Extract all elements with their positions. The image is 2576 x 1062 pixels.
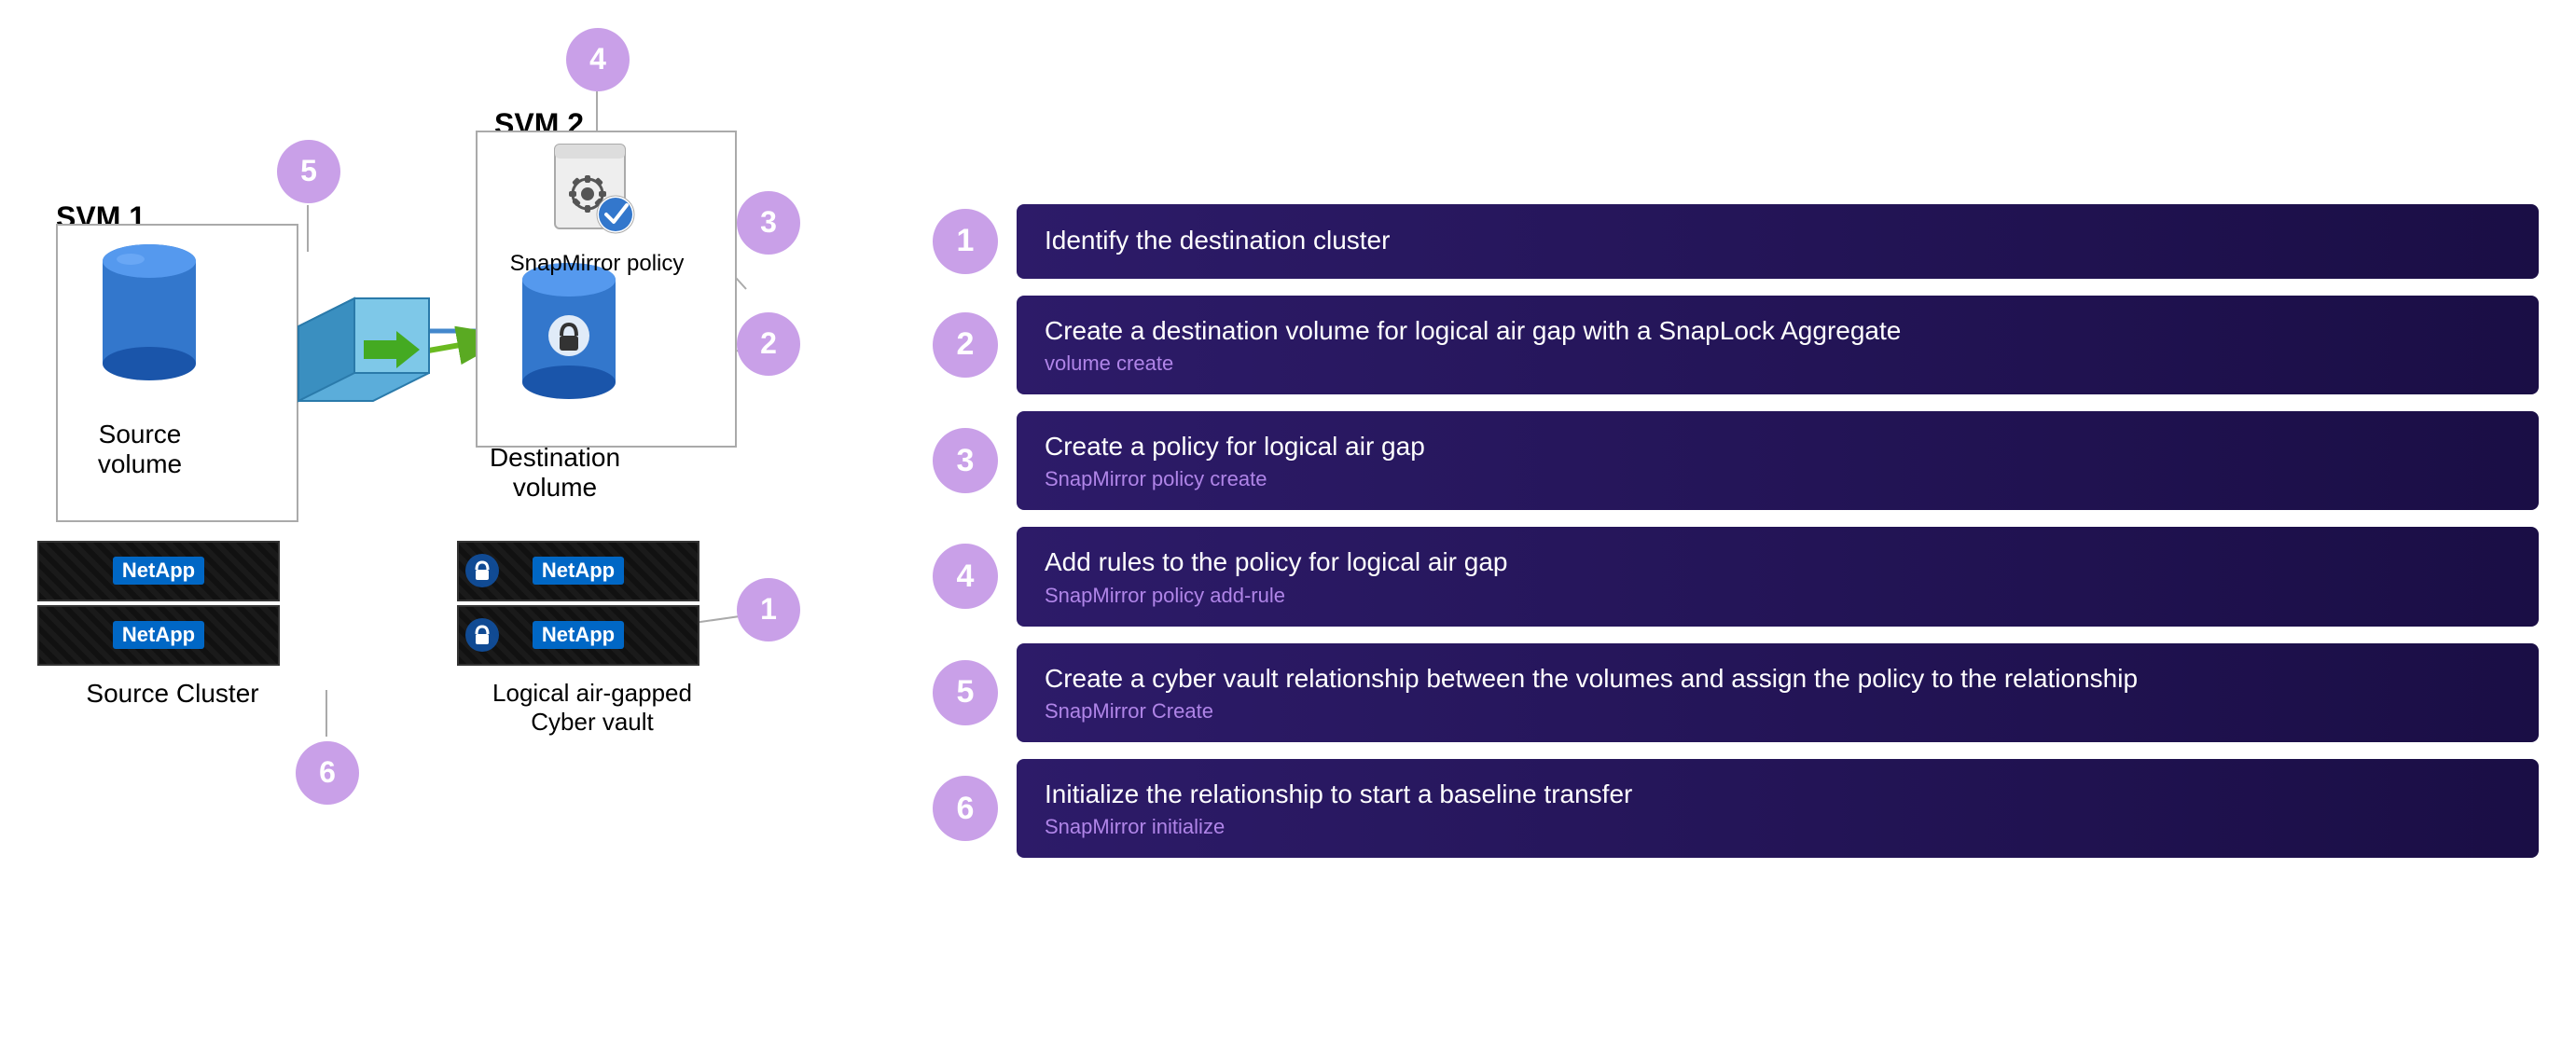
step-card-2: Create a destination volume for logical … [1017,296,2539,394]
policy-label: SnapMirror policy [494,251,699,277]
main-container: SVM 1 SVM 2 Source volume [0,0,2576,1062]
step-circle-1: 1 [933,209,998,274]
step-title-1: Identify the destination cluster [1045,224,2511,257]
step-row-3: 3 Create a policy for logical air gap Sn… [933,411,2539,510]
step-card-1: Identify the destination cluster [1017,204,2539,279]
step-row-2: 2 Create a destination volume for logica… [933,296,2539,394]
diagram-circle-3: 3 [737,191,800,255]
network-switch [289,289,438,415]
step-title-5: Create a cyber vault relationship betwee… [1045,662,2511,696]
step-subtitle-6: SnapMirror initialize [1045,815,2511,839]
netapp-brand-4: NetApp [533,621,624,649]
step-title-6: Initialize the relationship to start a b… [1045,778,2511,811]
step-row-4: 4 Add rules to the policy for logical ai… [933,527,2539,626]
step-circle-5: 5 [933,660,998,725]
step-card-3: Create a policy for logical air gap Snap… [1017,411,2539,510]
step-card-4: Add rules to the policy for logical air … [1017,527,2539,626]
policy-icon [494,140,699,247]
dest-cylinder [513,261,625,415]
netapp-brand-3: NetApp [533,557,624,585]
diagram-circle-5: 5 [277,140,340,203]
step-subtitle-3: SnapMirror policy create [1045,467,2511,491]
source-cluster-label: Source Cluster [37,679,308,709]
source-stack: NetApp NetApp [37,541,280,671]
step-subtitle-4: SnapMirror policy add-rule [1045,584,2511,608]
dest-stack: NetApp NetApp [457,541,699,671]
step-circle-4: 4 [933,544,998,609]
step-row-5: 5 Create a cyber vault relationship betw… [933,643,2539,742]
step-card-6: Initialize the relationship to start a b… [1017,759,2539,858]
step-card-5: Create a cyber vault relationship betwee… [1017,643,2539,742]
netapp-brand-2: NetApp [113,621,204,649]
step-subtitle-2: volume create [1045,352,2511,376]
netapp-brand-1: NetApp [113,557,204,585]
diagram-circle-6: 6 [296,741,359,805]
dest-cluster-label: Logical air-gapped Cyber vault [457,679,727,737]
source-volume-label: Source volume [65,420,215,479]
step-title-4: Add rules to the policy for logical air … [1045,545,2511,579]
step-subtitle-5: SnapMirror Create [1045,699,2511,724]
diagram-area: SVM 1 SVM 2 Source volume [37,19,877,1044]
diagram-circle-4: 4 [566,28,630,91]
diagram-circle-2: 2 [737,312,800,376]
snapmirror-policy-area: SnapMirror policy [494,140,699,277]
source-cluster-area: NetApp NetApp Source Cluster [37,541,308,709]
source-cylinder [93,242,205,396]
dest-cluster-area: NetApp NetApp Logical air-ga [457,541,727,737]
step-title-2: Create a destination volume for logical … [1045,314,2511,348]
step-title-3: Create a policy for logical air gap [1045,430,2511,463]
dest-volume-label: Destination volume [466,443,644,503]
steps-area: 1 Identify the destination cluster 2 Cre… [877,204,2539,859]
step-row-6: 6 Initialize the relationship to start a… [933,759,2539,858]
step-circle-3: 3 [933,428,998,493]
diagram-circle-1: 1 [737,578,800,641]
step-circle-2: 2 [933,312,998,378]
step-circle-6: 6 [933,776,998,841]
step-row-1: 1 Identify the destination cluster [933,204,2539,279]
